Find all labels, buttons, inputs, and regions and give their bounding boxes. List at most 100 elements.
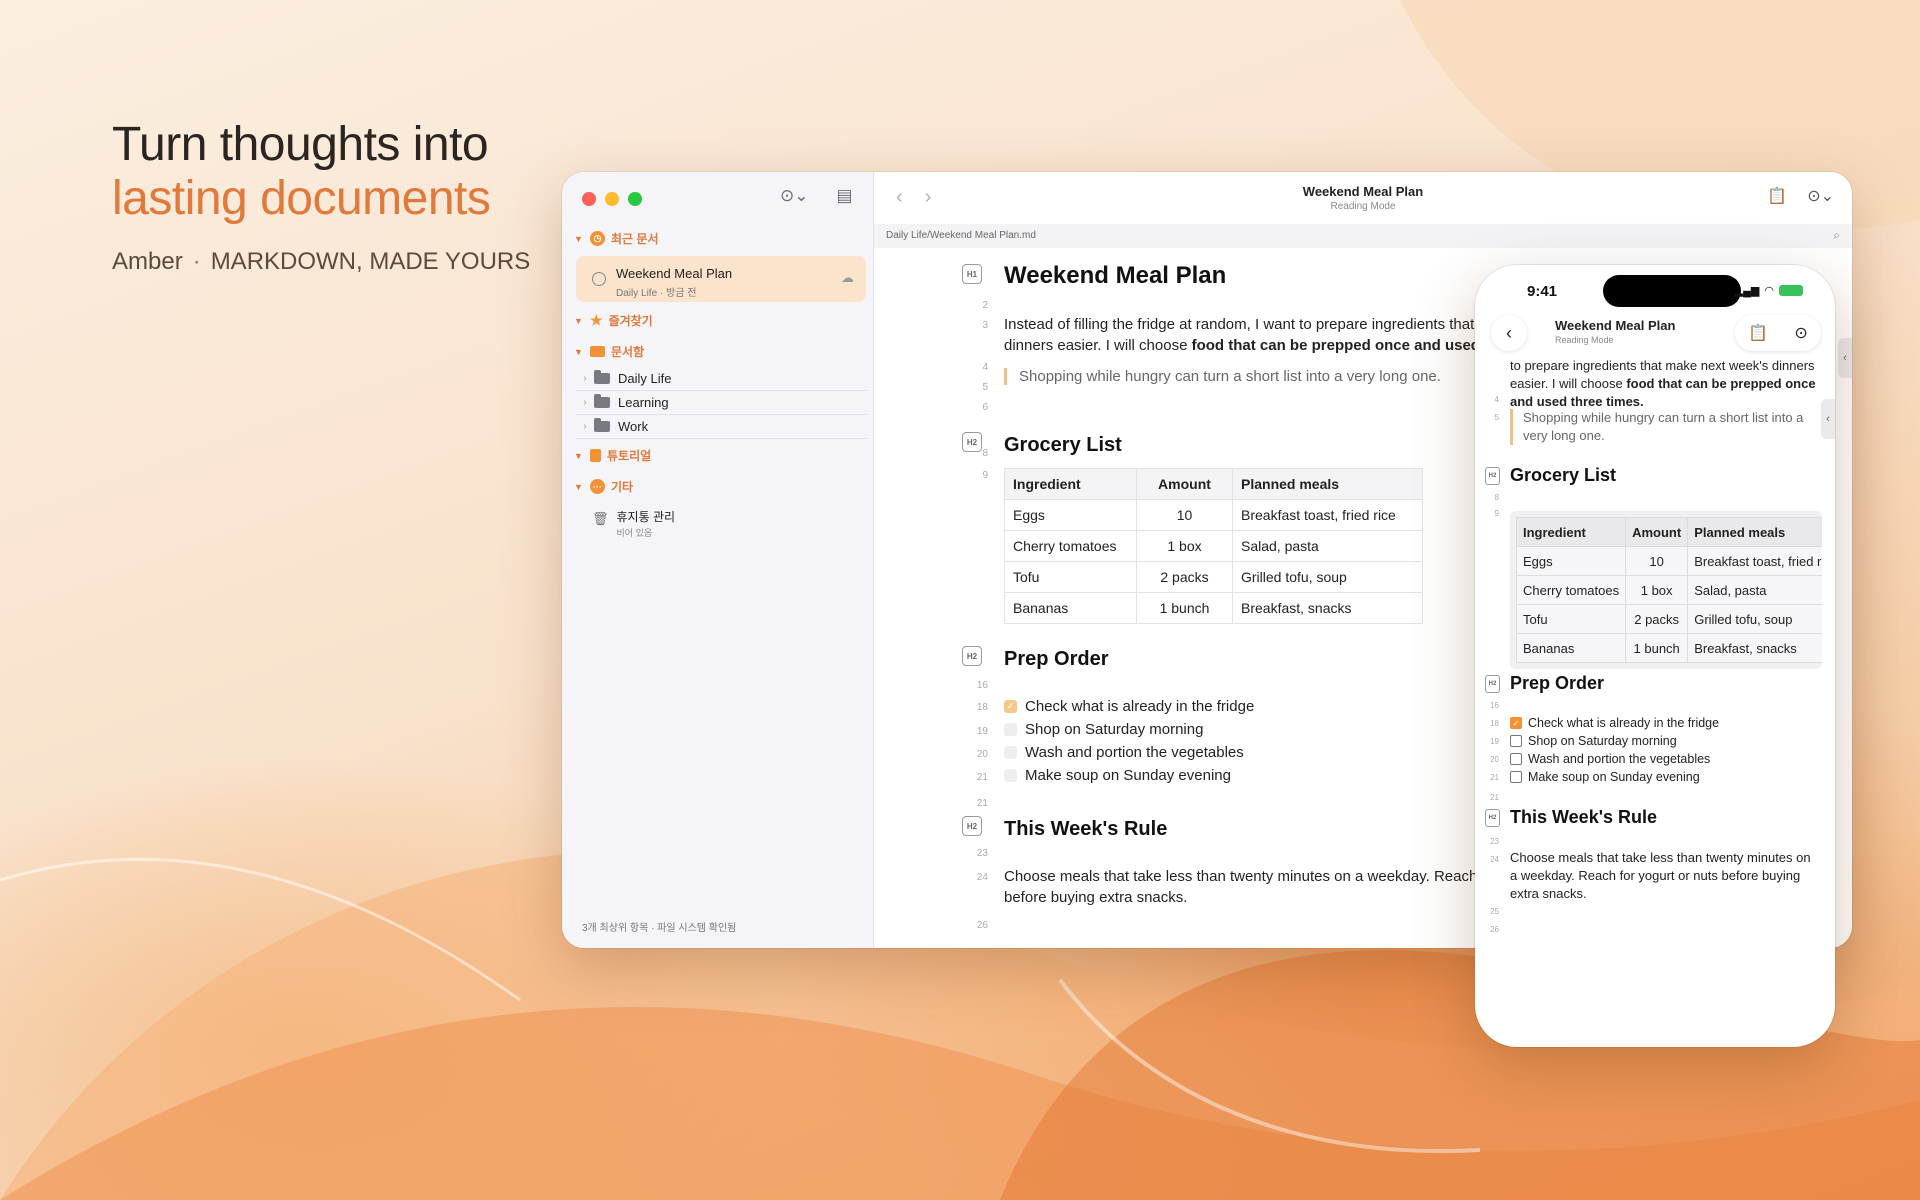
heading-badge: H2 — [1485, 675, 1500, 693]
phone-grocery-heading: Grocery List — [1510, 465, 1617, 485]
collapse-panel-icon[interactable]: ‹ — [1838, 338, 1852, 378]
todo-text: Shop on Saturday morning — [1528, 734, 1677, 748]
line-number: 6 — [982, 402, 988, 413]
line-number: 21 — [1490, 793, 1499, 802]
section-favorites-label: 즐겨찾기 — [608, 314, 653, 328]
folder-item[interactable]: › Daily Life — [576, 367, 868, 391]
section-recent[interactable]: ▼ ◷ 최근 문서 — [574, 230, 659, 247]
folder-icon — [594, 394, 610, 408]
todo-item[interactable]: Shop on Saturday morning — [1510, 734, 1677, 748]
phone-mockup: 9:41 ▂▄▆ ◠ ‹ Weekend Meal Plan Reading Mo… — [1475, 265, 1835, 1047]
folder-item[interactable]: › Learning — [576, 391, 868, 415]
line-number: 23 — [976, 848, 988, 859]
more-menu-icon[interactable]: ⊙⌄ — [1807, 186, 1834, 206]
table-cell: Cherry tomatoes — [1515, 575, 1627, 605]
todo-item[interactable]: Shop on Saturday morning — [1004, 721, 1203, 738]
phone-intro: to prepare ingredients that make next we… — [1510, 357, 1820, 411]
todo-item[interactable]: Wash and portion the vegetables — [1004, 744, 1244, 761]
section-recent-label: 최근 문서 — [611, 232, 659, 246]
heading-badge: H1 — [962, 264, 982, 284]
todo-text: Wash and portion the vegetables — [1025, 744, 1244, 761]
folder-icon — [594, 370, 610, 384]
prep-heading: Prep Order — [1004, 648, 1109, 670]
status-icons: ▂▄▆ ◠ — [1735, 284, 1803, 297]
trash-subtitle: 비어 있음 — [616, 528, 653, 538]
todo-text: Wash and portion the vegetables — [1528, 752, 1711, 766]
chevron-right-icon: › — [583, 397, 587, 408]
table-cell: Tofu — [1004, 561, 1137, 593]
table-cell: Breakfast toast, fried rice — [1232, 499, 1423, 531]
trash-item[interactable]: 🗑 휴지통 관리 비어 있음 — [592, 508, 675, 539]
line-number: 26 — [976, 920, 988, 931]
table-cell: Eggs — [1004, 499, 1137, 531]
section-tutorial[interactable]: ▼ 튜토리얼 — [574, 447, 651, 464]
line-number: 25 — [1490, 907, 1499, 916]
line-number: 9 — [1494, 509, 1499, 518]
chevron-right-icon: › — [583, 373, 587, 384]
checkbox-checked[interactable]: ✓ — [1510, 717, 1522, 729]
table-row: Tofu 2 packs Grilled tofu, soup — [1004, 561, 1423, 593]
minimize-button[interactable] — [605, 192, 619, 206]
clipboard-icon[interactable]: 📋 — [1748, 323, 1768, 343]
table-header: Ingredient — [1515, 517, 1627, 547]
table-cell: 10 — [1136, 499, 1233, 531]
recent-doc-title: Weekend Meal Plan — [616, 266, 733, 281]
brand-name: Amber — [112, 248, 183, 275]
checkbox[interactable] — [1510, 771, 1522, 783]
status-time: 9:41 — [1527, 283, 1558, 300]
checkbox[interactable] — [1004, 746, 1017, 759]
todo-item[interactable]: Make soup on Sunday evening — [1004, 767, 1231, 784]
sidebar-toggle-icon[interactable]: ▤ — [837, 186, 853, 206]
grocery-table: Ingredient Amount Planned meals Eggs 10 Brea… — [1004, 468, 1423, 624]
table-header: Amount — [1136, 468, 1233, 500]
todo-item[interactable]: ✓ Check what is already in the fridge — [1004, 698, 1254, 715]
line-number: 8 — [1494, 493, 1499, 502]
path-bar: Daily Life/Weekend Meal Plan.md ⌕ — [874, 224, 1852, 248]
checkbox-checked[interactable]: ✓ — [1004, 700, 1017, 713]
todo-item[interactable]: ✓ Check what is already in the fridge — [1510, 716, 1719, 730]
chevron-right-icon: › — [583, 421, 587, 432]
trash-icon: 🗑 — [592, 511, 609, 526]
table-cell: Salad, pasta — [1687, 575, 1822, 605]
file-path: Daily Life/Weekend Meal Plan.md — [886, 230, 1036, 241]
todo-item[interactable]: Make soup on Sunday evening — [1510, 770, 1700, 784]
todo-item[interactable]: Wash and portion the vegetables — [1510, 752, 1710, 766]
recent-doc-item[interactable]: Weekend Meal Plan Daily Life · 방금 전 ☁ — [576, 256, 866, 302]
folder-item[interactable]: › Work — [576, 415, 868, 439]
line-number: 19 — [976, 726, 988, 737]
phone-prep-heading: Prep Order — [1510, 673, 1605, 693]
collapse-panel-icon[interactable]: ‹ — [1821, 399, 1835, 439]
tagline-separator: · — [192, 248, 201, 275]
checkbox[interactable] — [1510, 735, 1522, 747]
phone-mode-label: Reading Mode — [1555, 335, 1614, 345]
table-header-row: Ingredient Amount Planned meals — [1004, 468, 1423, 500]
section-favorites[interactable]: ▼ ★ 즐겨찾기 — [574, 312, 653, 329]
todo-text: Check what is already in the fridge — [1025, 698, 1255, 715]
checkbox[interactable] — [1510, 753, 1522, 765]
headline-line2: lasting documents — [112, 172, 491, 225]
more-menu-icon[interactable]: ⊙ — [1794, 323, 1807, 343]
table-row: Cherry tomatoes 1 box Salad, pasta — [1004, 530, 1423, 562]
table-header: Planned meals — [1687, 517, 1822, 547]
heading-badge: H2 — [962, 646, 982, 666]
checkbox[interactable] — [1004, 769, 1017, 782]
table-cell: Eggs — [1515, 546, 1627, 576]
heading-badge: H2 — [1485, 467, 1500, 485]
zoom-button[interactable] — [628, 192, 642, 206]
doc-title: Weekend Meal Plan — [1004, 262, 1227, 289]
phone-rule-heading: This Week's Rule — [1510, 807, 1657, 827]
more-menu-icon[interactable]: ⊙⌄ — [780, 186, 809, 206]
folder-label: Learning — [618, 395, 669, 410]
back-icon[interactable]: ‹ — [1491, 315, 1527, 351]
search-icon[interactable]: ⌕ — [1833, 228, 1840, 243]
section-library[interactable]: ▼ 문서함 — [574, 343, 644, 360]
section-other[interactable]: ▼ ··· 기타 — [574, 478, 633, 495]
window-title: Weekend Meal Plan Reading Mode — [874, 184, 1852, 212]
close-button[interactable] — [582, 192, 596, 206]
checkbox[interactable] — [1004, 723, 1017, 736]
headline: Turn thoughts into lasting documents — [112, 118, 572, 226]
clipboard-icon[interactable]: 📋 — [1767, 186, 1787, 206]
table-cell: Cherry tomatoes — [1004, 530, 1137, 562]
table-row: Cherry tomatoes 1 box Salad, pasta — [1515, 575, 1822, 605]
folder-label: Work — [618, 419, 649, 434]
